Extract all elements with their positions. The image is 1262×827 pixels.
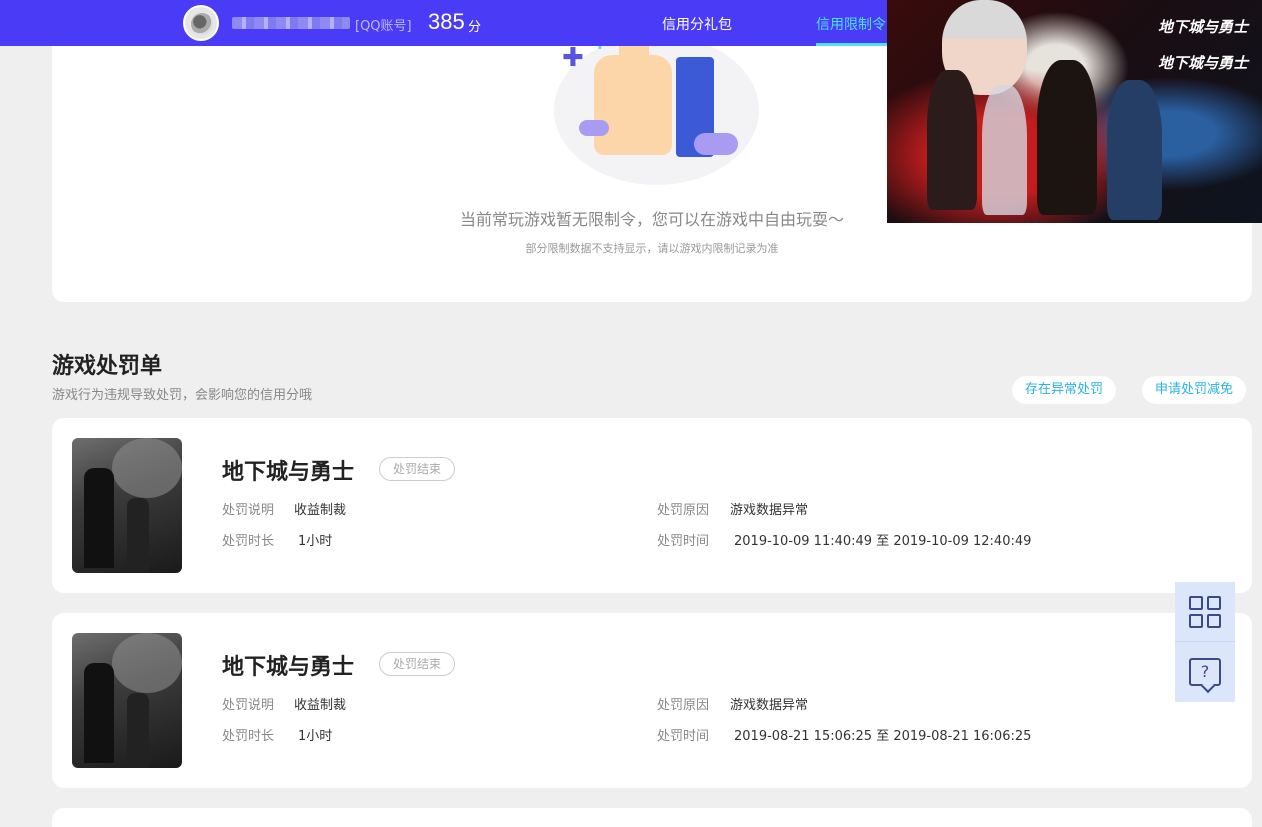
penalty-card: 地下城与勇士 处罚结束 处罚说明 收益制裁 处罚原因 游戏数据异常 处罚时长 1…	[52, 418, 1252, 593]
penalty-card	[52, 808, 1252, 827]
thumbnail-smoke	[112, 438, 182, 498]
thumbs-up-illustration: ✚ ✚	[554, 23, 759, 185]
nav-active-indicator	[816, 43, 888, 46]
status-badge: 处罚结束	[379, 457, 456, 481]
avatar[interactable]	[183, 5, 219, 41]
illustration-plus-icon: ✚	[562, 43, 584, 73]
penalty-card: 地下城与勇士 处罚结束 处罚说明 收益制裁 处罚原因 游戏数据异常 处罚时长 1…	[52, 613, 1252, 788]
thumbnail-tower	[127, 693, 149, 768]
qr-code-button[interactable]	[1175, 582, 1235, 642]
thumbnail-tower	[127, 498, 149, 573]
penalty-desc: 收益制裁	[294, 698, 347, 713]
abnormal-penalty-button[interactable]: 存在异常处罚	[1012, 376, 1117, 404]
status-badge: 处罚结束	[379, 652, 456, 676]
game-name: 地下城与勇士	[222, 655, 355, 680]
credit-score-unit: 分	[468, 20, 482, 35]
account-type: [QQ账号]	[355, 19, 412, 34]
nav-credit-limit[interactable]: 信用限制令	[816, 14, 886, 34]
banner-character	[1107, 80, 1162, 220]
blurred-username	[232, 17, 350, 29]
help-chat-icon: ?	[1189, 658, 1221, 686]
thumbnail-tower	[84, 468, 114, 568]
banner-character	[927, 70, 977, 210]
game-name: 地下城与勇士	[222, 460, 355, 485]
banner-logo: 地下城与勇士	[1157, 18, 1248, 36]
label-duration: 处罚时长	[222, 729, 275, 744]
label-time: 处罚时间	[657, 534, 710, 549]
side-toolbar: ?	[1175, 582, 1235, 702]
help-button[interactable]: ?	[1175, 642, 1235, 702]
penalty-duration: 1小时	[298, 534, 333, 549]
penalty-duration: 1小时	[298, 729, 333, 744]
banner-logo-secondary: 地下城与勇士	[1157, 54, 1248, 72]
banner-character	[1037, 60, 1097, 215]
game-thumbnail	[72, 633, 182, 768]
section-subtitle: 游戏行为违规导致处罚，会影响您的信用分哦	[52, 388, 313, 403]
game-banner[interactable]: 地下城与勇士 地下城与勇士	[887, 0, 1262, 223]
section-title: 游戏处罚单	[52, 354, 163, 379]
nav-credit-gift[interactable]: 信用分礼包	[662, 14, 732, 34]
label-desc: 处罚说明	[222, 698, 275, 713]
penalty-desc: 收益制裁	[294, 503, 347, 518]
qr-code-icon	[1189, 595, 1221, 628]
illustration-cloud	[579, 120, 609, 136]
game-thumbnail	[72, 438, 182, 573]
avatar-image	[191, 13, 213, 35]
label-reason: 处罚原因	[657, 503, 710, 518]
penalty-reason: 游戏数据异常	[730, 503, 809, 518]
thumbnail-smoke	[112, 633, 182, 693]
penalty-reason: 游戏数据异常	[730, 698, 809, 713]
penalty-time: 2019-10-09 11:40:49 至 2019-10-09 12:40:4…	[734, 534, 1032, 549]
label-duration: 处罚时长	[222, 534, 275, 549]
illustration-cloud	[694, 133, 738, 155]
label-desc: 处罚说明	[222, 503, 275, 518]
thumbnail-tower	[84, 663, 114, 763]
label-reason: 处罚原因	[657, 698, 710, 713]
apply-reduction-button[interactable]: 申请处罚减免	[1142, 376, 1247, 404]
label-time: 处罚时间	[657, 729, 710, 744]
penalty-time: 2019-08-21 15:06:25 至 2019-08-21 16:06:2…	[734, 729, 1032, 744]
banner-character	[982, 85, 1027, 215]
empty-state-subtitle: 部分限制数据不支持显示，请以游戏内限制记录为准	[525, 242, 779, 255]
credit-score: 385	[428, 9, 465, 34]
